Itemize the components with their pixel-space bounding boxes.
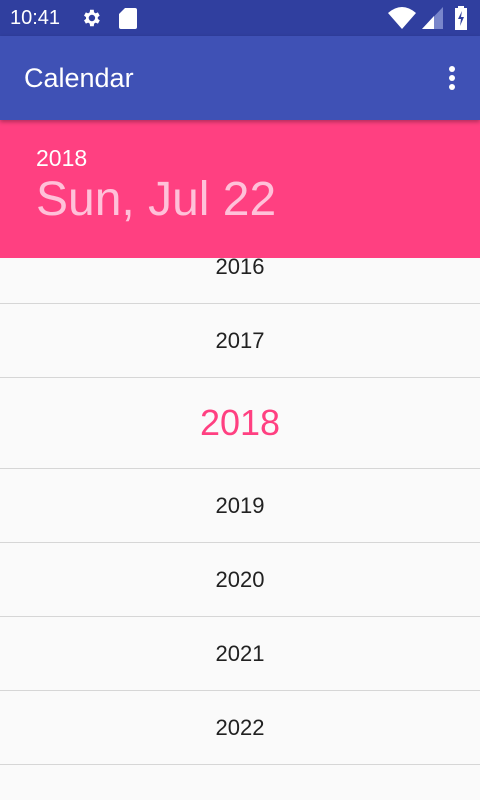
year-item[interactable]: 2017 <box>0 304 480 378</box>
year-list[interactable]: 2016 2017 2018 2019 2020 2021 2022 <box>0 258 480 800</box>
year-item[interactable]: 2019 <box>0 469 480 543</box>
year-item[interactable]: 2020 <box>0 543 480 617</box>
year-label: 2020 <box>215 566 265 592</box>
app-title: Calendar <box>24 63 134 93</box>
year-item-selected[interactable]: 2018 <box>0 378 480 469</box>
header-year[interactable]: 2018 <box>36 145 87 172</box>
year-label: 2016 <box>215 258 265 279</box>
year-item[interactable]: 2016 <box>0 258 480 304</box>
year-item[interactable]: 2022 <box>0 691 480 765</box>
sd-card-icon <box>119 8 137 29</box>
settings-icon <box>84 9 100 27</box>
battery-charging-icon <box>455 6 467 30</box>
cell-signal-icon <box>422 7 443 29</box>
app-bar: Calendar <box>0 36 480 120</box>
year-label: 2018 <box>199 402 281 443</box>
year-label: 2021 <box>215 640 265 666</box>
year-label: 2019 <box>215 492 265 518</box>
year-label: 2022 <box>215 714 265 740</box>
more-vert-icon[interactable] <box>446 66 458 92</box>
year-label: 2017 <box>215 327 265 353</box>
status-bar: 10:41 <box>0 0 480 36</box>
date-header: 2018 Sun, Jul 22 <box>0 120 480 258</box>
year-item[interactable]: 2021 <box>0 617 480 691</box>
status-time: 10:41 <box>10 7 61 29</box>
wifi-icon <box>388 7 416 29</box>
header-date[interactable]: Sun, Jul 22 <box>36 172 276 227</box>
